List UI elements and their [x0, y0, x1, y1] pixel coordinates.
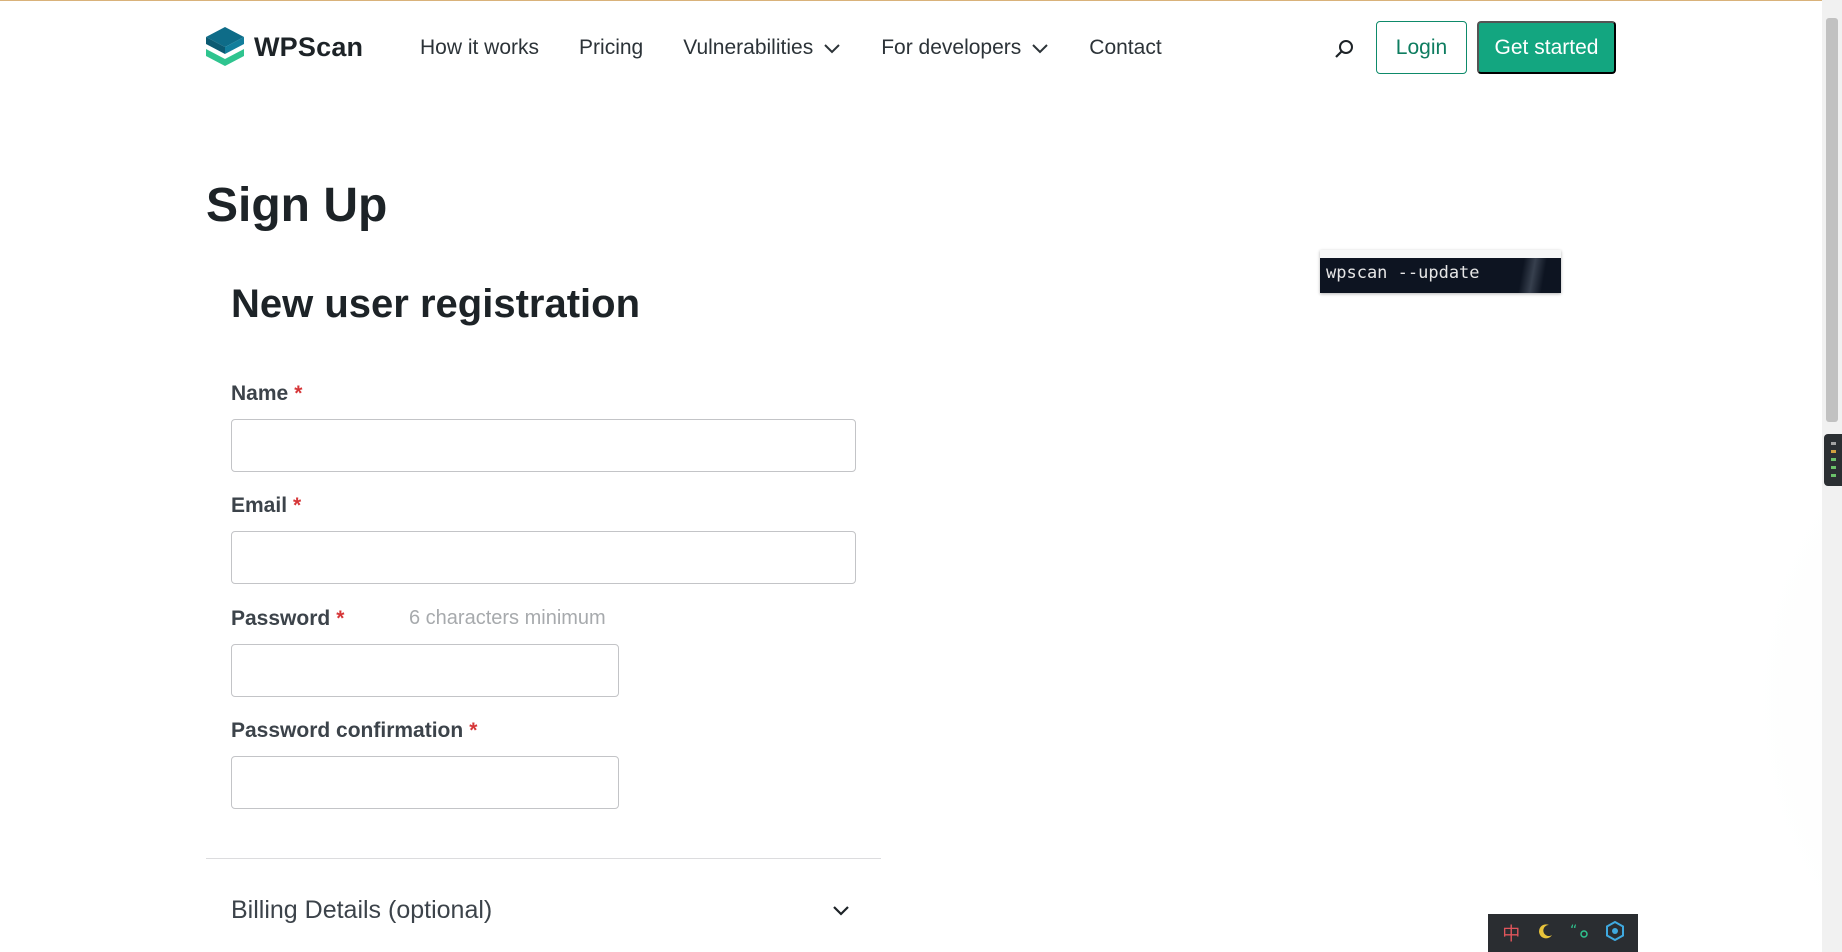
nav-for-developers[interactable]: For developers: [881, 36, 1049, 60]
chevron-down-icon[interactable]: [832, 904, 850, 916]
main-nav: How it works Pricing Vulnerabilities For…: [420, 36, 1202, 60]
terminal-snippet: wpscan --update: [1320, 250, 1561, 293]
page-title: Sign Up: [206, 179, 388, 232]
wpscan-logo[interactable]: WPScan: [206, 27, 363, 67]
svg-text:“: “: [1570, 923, 1577, 939]
email-input[interactable]: [231, 531, 856, 584]
nav-label: For developers: [881, 36, 1022, 59]
nav-vulnerabilities[interactable]: Vulnerabilities: [683, 36, 841, 60]
wpscan-logo-icon: [206, 27, 244, 66]
required-marker: *: [336, 607, 345, 630]
password-input[interactable]: [231, 644, 619, 697]
chevron-down-icon: [824, 44, 840, 54]
password-label-text: Password: [231, 607, 331, 630]
scrollbar-thumb[interactable]: [1826, 18, 1838, 422]
name-label: Name *: [231, 382, 302, 406]
background-gradient: [742, 0, 1842, 952]
email-label-text: Email: [231, 494, 288, 517]
nav-label: How it works: [420, 36, 540, 59]
ime-language-toggle[interactable]: 中: [1498, 920, 1524, 946]
get-started-button[interactable]: Get started: [1477, 21, 1616, 74]
terminal-command: wpscan --update: [1326, 263, 1480, 283]
ime-toolbar: 中 “: [1488, 914, 1638, 952]
nav-how-it-works[interactable]: How it works: [420, 36, 539, 60]
nav-label: Contact: [1089, 36, 1162, 59]
password-confirmation-input[interactable]: [231, 756, 619, 809]
name-input[interactable]: [231, 419, 856, 472]
password-confirmation-label-text: Password confirmation: [231, 719, 464, 742]
password-label: Password *: [231, 607, 344, 631]
section-title: New user registration: [231, 282, 641, 326]
nav-pricing[interactable]: Pricing: [579, 36, 643, 60]
login-button[interactable]: Login: [1376, 21, 1467, 74]
required-marker: *: [293, 494, 302, 517]
billing-details-toggle[interactable]: Billing Details (optional): [231, 896, 492, 925]
nav-label: Pricing: [579, 36, 644, 59]
required-marker: *: [469, 719, 478, 742]
name-label-text: Name: [231, 382, 289, 405]
nav-label: Vulnerabilities: [683, 36, 814, 59]
section-divider: [206, 858, 881, 859]
moon-icon[interactable]: [1533, 922, 1559, 945]
nav-contact[interactable]: Contact: [1089, 36, 1161, 60]
settings-icon[interactable]: [1602, 920, 1628, 946]
quote-icon[interactable]: “: [1567, 922, 1593, 945]
password-hint: 6 characters minimum: [409, 607, 606, 629]
site-header: WPScan How it works Pricing Vulnerabilit…: [0, 0, 1822, 96]
search-icon[interactable]: [1334, 38, 1356, 60]
required-marker: *: [294, 382, 303, 405]
password-confirmation-label: Password confirmation *: [231, 719, 477, 743]
email-label: Email *: [231, 494, 301, 518]
terminal-shade: [1515, 258, 1555, 293]
side-widget[interactable]: [1824, 434, 1842, 486]
chevron-down-icon: [1032, 44, 1048, 54]
logo-text: WPScan: [254, 31, 364, 62]
